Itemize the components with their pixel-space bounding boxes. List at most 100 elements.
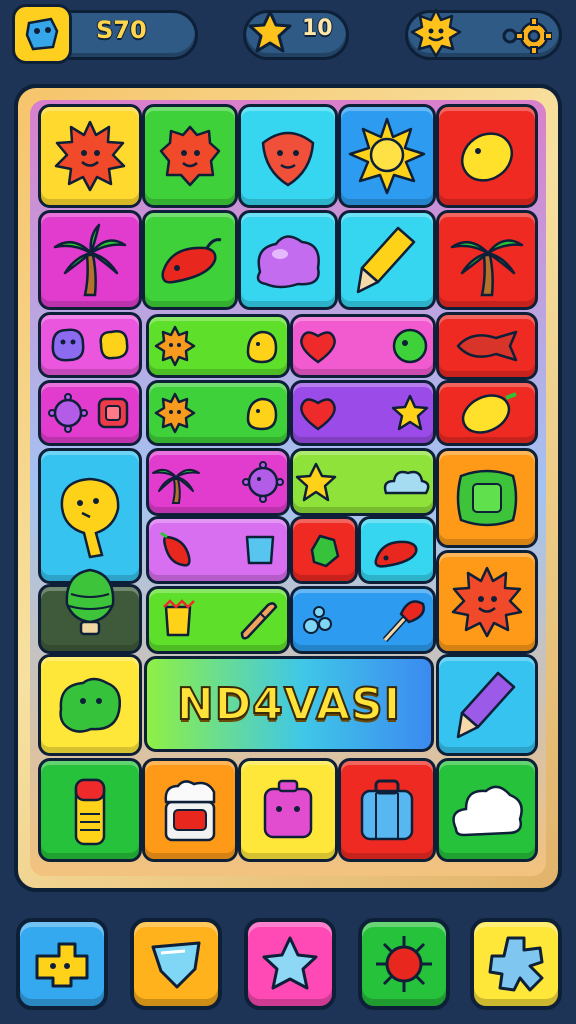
tile-chick-bandage[interactable] (146, 586, 290, 654)
suitcase-icon (360, 779, 414, 841)
booster-slot-4[interactable] (358, 918, 450, 1010)
heart-icon (300, 398, 336, 431)
red-spiky-blob-icon (159, 125, 221, 187)
tile-palm-tree[interactable] (38, 210, 142, 310)
tile-red-sun-2[interactable] (436, 550, 538, 654)
red-pepper-icon (374, 540, 418, 568)
level-title: ND4VASI (176, 678, 402, 731)
booster-slot-1[interactable] (16, 918, 108, 1010)
toaster-icon (164, 780, 216, 842)
tile-purple-blob[interactable] (238, 210, 338, 310)
tile-bubbles-plunger[interactable] (290, 586, 436, 654)
tile-red-pepper-2[interactable] (358, 516, 436, 584)
tile-red-fish[interactable] (436, 312, 538, 380)
battery-icon (74, 778, 106, 846)
blue-creature-icon (25, 17, 59, 51)
star-icon (295, 462, 337, 502)
tile-green-leaf[interactable] (290, 516, 358, 584)
green-ball-icon (392, 328, 428, 364)
green-square-blob-icon (456, 469, 518, 527)
tile-virus-square[interactable] (38, 380, 142, 446)
tile-pink-box[interactable] (238, 758, 338, 862)
tile-heart-star[interactable] (290, 380, 436, 446)
booster-slot-3[interactable] (244, 918, 336, 1010)
star-icon (248, 10, 292, 53)
smiling-sun-icon[interactable] (410, 8, 462, 60)
tile-green-blob[interactable] (38, 654, 142, 756)
yellow-blob-icon (99, 330, 129, 360)
green-lamp-icon (65, 568, 115, 636)
tile-battery[interactable] (38, 758, 142, 862)
level-title-banner: ND4VASI (144, 656, 434, 752)
yellow-cup-icon (163, 599, 195, 637)
tile-green-lamp[interactable] (38, 568, 142, 654)
pencil-icon (356, 226, 416, 294)
player-avatar[interactable] (12, 4, 72, 64)
green-leaf-icon (310, 534, 340, 568)
tile-green-square[interactable] (436, 448, 538, 548)
yellow-lemon-icon (461, 392, 517, 434)
tile-pepper-ice[interactable] (146, 516, 290, 584)
purple-virus-icon (242, 461, 284, 503)
star-count: 10 (302, 16, 333, 41)
tile-yellow-sun[interactable] (338, 104, 436, 208)
tile-yellow-pencil[interactable] (338, 210, 436, 310)
tile-red-pepper[interactable] (142, 210, 238, 310)
heart-icon (300, 331, 336, 364)
red-cube-icon (97, 397, 129, 429)
red-pepper-icon (161, 238, 222, 284)
sun-icon (348, 117, 426, 195)
tile-palm-virus[interactable] (146, 448, 290, 516)
star-icon (391, 394, 429, 431)
tile-red-sun[interactable] (38, 104, 142, 208)
tile-luggage[interactable] (338, 758, 436, 862)
tile-yellow-lemon-2[interactable] (436, 380, 538, 446)
tile-white-cloud[interactable] (436, 758, 538, 862)
blue-block-creature-icon (35, 942, 89, 988)
ice-crystal-icon (151, 941, 201, 989)
coin-count: S70 (96, 16, 147, 44)
cloud-icon (383, 470, 430, 495)
palm-tree-icon (152, 468, 200, 504)
tile-heart-ball[interactable] (290, 314, 436, 378)
orange-sun-icon (154, 325, 196, 367)
tile-purple-yellow-blobs[interactable] (38, 312, 142, 378)
tile-sun-chick-2[interactable] (146, 380, 290, 446)
tile-toaster[interactable] (142, 758, 238, 862)
orange-sun-icon (154, 392, 196, 434)
purple-blob-icon (256, 235, 320, 289)
booster-slot-2[interactable] (130, 918, 222, 1010)
yellow-balloon-icon (60, 477, 120, 559)
ice-cube-icon (245, 535, 275, 565)
bubbles-icon (303, 606, 332, 634)
top-hud: S70 10 (0, 0, 576, 80)
tile-star-cloud[interactable] (290, 448, 436, 516)
tile-palm-tree-2[interactable] (436, 210, 538, 310)
pink-box-icon (263, 779, 313, 839)
cloud-icon (452, 785, 523, 837)
tile-yellow-lemon[interactable] (436, 104, 538, 208)
star-icon (262, 936, 318, 990)
plunger-icon (382, 600, 425, 643)
yellow-chick-icon (246, 397, 278, 431)
tile-red-creature[interactable] (238, 104, 338, 208)
red-sun-icon (54, 120, 126, 192)
tile-purple-pencil[interactable] (436, 654, 538, 756)
red-fish-icon (456, 330, 518, 362)
yellow-chick-icon (246, 330, 278, 364)
tile-red-blob[interactable] (142, 104, 238, 208)
purple-pencil-icon (456, 671, 516, 739)
red-pepper-icon (160, 531, 191, 567)
booster-slot-5[interactable] (470, 918, 562, 1010)
gear-icon[interactable] (500, 18, 552, 54)
purple-virus-icon (48, 393, 88, 433)
red-sun-icon (451, 566, 523, 638)
green-blob-icon (59, 677, 121, 733)
bandage-icon (240, 602, 278, 640)
red-creature-icon (261, 131, 315, 187)
red-sun-icon (376, 936, 432, 992)
palm-tree-icon (450, 239, 524, 297)
blue-splat-icon (488, 936, 544, 992)
purple-blob-icon (51, 328, 85, 362)
tile-sun-chick[interactable] (146, 314, 290, 378)
